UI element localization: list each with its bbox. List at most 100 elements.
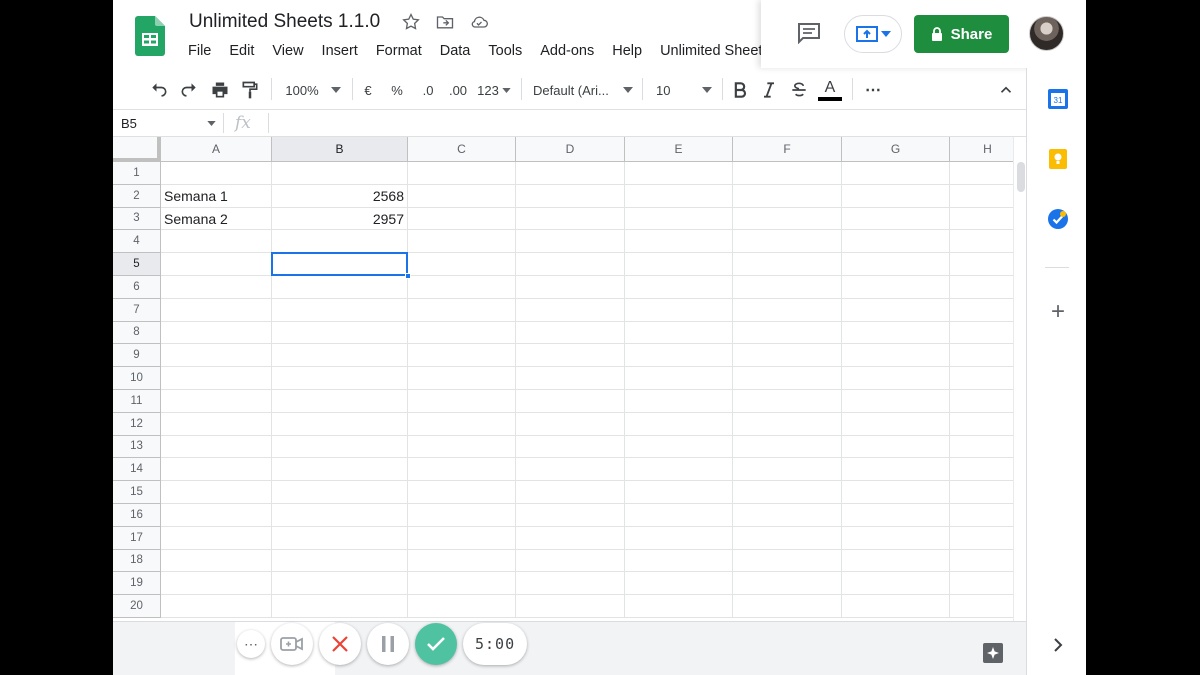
present-button[interactable]: [844, 15, 902, 53]
cell-g12[interactable]: [842, 412, 950, 436]
cell-f1[interactable]: [733, 162, 842, 185]
menu-view[interactable]: View: [263, 42, 312, 60]
cell-g5[interactable]: [842, 253, 950, 276]
cell-e5[interactable]: [625, 253, 733, 276]
cell-a9[interactable]: [161, 344, 272, 368]
increase-decimal-button[interactable]: .00: [446, 78, 470, 102]
paint-format-button[interactable]: [239, 78, 261, 102]
cell-d6[interactable]: [516, 276, 625, 299]
cell-a5[interactable]: [161, 253, 272, 276]
cell-b2[interactable]: 2568: [272, 184, 408, 208]
cell-a10[interactable]: [161, 367, 272, 390]
row-header-9[interactable]: 9: [113, 344, 161, 368]
cell-d5[interactable]: [516, 253, 625, 276]
menu-tools[interactable]: Tools: [479, 42, 531, 60]
avatar[interactable]: [1029, 16, 1064, 51]
move-to-folder-icon[interactable]: [435, 12, 455, 32]
cell-a8[interactable]: [161, 321, 272, 345]
cell-g13[interactable]: [842, 435, 950, 459]
cell-c17[interactable]: [408, 526, 516, 550]
cell-f2[interactable]: [733, 184, 842, 208]
cell-b12[interactable]: [272, 412, 408, 436]
cell-a19[interactable]: [161, 572, 272, 596]
cell-a13[interactable]: [161, 435, 272, 459]
cell-d10[interactable]: [516, 367, 625, 390]
zoom-select[interactable]: 100%: [283, 78, 343, 102]
cell-g4[interactable]: [842, 230, 950, 254]
menu-format[interactable]: Format: [367, 42, 431, 60]
cell-e15[interactable]: [625, 481, 733, 504]
cell-b18[interactable]: [272, 549, 408, 573]
cell-b19[interactable]: [272, 572, 408, 596]
row-header-12[interactable]: 12: [113, 412, 161, 436]
row-header-18[interactable]: 18: [113, 549, 161, 573]
chevron-down-icon[interactable]: [207, 121, 216, 126]
recorder-menu-button[interactable]: ⋯: [237, 630, 265, 658]
cell-c19[interactable]: [408, 572, 516, 596]
camera-toggle-button[interactable]: [271, 623, 313, 665]
finish-recording-button[interactable]: [415, 623, 457, 665]
vertical-scrollbar[interactable]: [1013, 137, 1026, 621]
italic-button[interactable]: [759, 78, 779, 102]
cell-c6[interactable]: [408, 276, 516, 299]
sheets-logo-icon[interactable]: [135, 16, 165, 56]
cell-c13[interactable]: [408, 435, 516, 459]
cell-d13[interactable]: [516, 435, 625, 459]
cell-a16[interactable]: [161, 504, 272, 527]
undo-button[interactable]: [148, 78, 170, 102]
font-select[interactable]: Default (Ari...: [533, 78, 633, 102]
column-header-e[interactable]: E: [625, 137, 733, 162]
cell-d20[interactable]: [516, 595, 625, 618]
cell-g9[interactable]: [842, 344, 950, 368]
cell-c15[interactable]: [408, 481, 516, 504]
cell-f12[interactable]: [733, 412, 842, 436]
cell-b15[interactable]: [272, 481, 408, 504]
share-button[interactable]: Share: [914, 15, 1009, 53]
percent-button[interactable]: %: [390, 78, 404, 102]
row-header-1[interactable]: 1: [113, 162, 161, 185]
cell-a14[interactable]: [161, 458, 272, 482]
scrollbar-thumb[interactable]: [1017, 162, 1025, 192]
row-header-7[interactable]: 7: [113, 298, 161, 322]
cell-c5[interactable]: [408, 253, 516, 276]
row-header-10[interactable]: 10: [113, 367, 161, 390]
cell-a1[interactable]: [161, 162, 272, 185]
cell-b10[interactable]: [272, 367, 408, 390]
cell-f4[interactable]: [733, 230, 842, 254]
cell-c7[interactable]: [408, 298, 516, 322]
cell-g1[interactable]: [842, 162, 950, 185]
menu-unlimited-sheets[interactable]: Unlimited Sheet: [651, 42, 771, 60]
cell-d16[interactable]: [516, 504, 625, 527]
cell-d1[interactable]: [516, 162, 625, 185]
calendar-icon[interactable]: 31: [1047, 88, 1069, 110]
cell-d12[interactable]: [516, 412, 625, 436]
cell-d11[interactable]: [516, 390, 625, 413]
cell-c11[interactable]: [408, 390, 516, 413]
menu-edit[interactable]: Edit: [220, 42, 263, 60]
cell-d15[interactable]: [516, 481, 625, 504]
column-header-c[interactable]: C: [408, 137, 516, 162]
cell-b7[interactable]: [272, 298, 408, 322]
document-title[interactable]: Unlimited Sheets 1.1.0: [189, 11, 380, 33]
cell-a4[interactable]: [161, 230, 272, 254]
cell-b20[interactable]: [272, 595, 408, 618]
redo-button[interactable]: [178, 78, 200, 102]
cell-g6[interactable]: [842, 276, 950, 299]
cell-e16[interactable]: [625, 504, 733, 527]
keep-icon[interactable]: [1047, 148, 1069, 170]
cell-c9[interactable]: [408, 344, 516, 368]
row-header-15[interactable]: 15: [113, 481, 161, 504]
spreadsheet-grid[interactable]: A B C D E F G H 1 2 Semana 1 2568 3 Semana 2 2957 4 5 6 7 8…: [113, 137, 1026, 621]
tasks-icon[interactable]: [1047, 208, 1069, 230]
cell-f3[interactable]: [733, 207, 842, 231]
cell-d2[interactable]: [516, 184, 625, 208]
cell-g14[interactable]: [842, 458, 950, 482]
cell-f15[interactable]: [733, 481, 842, 504]
cell-a15[interactable]: [161, 481, 272, 504]
cell-e1[interactable]: [625, 162, 733, 185]
cell-a11[interactable]: [161, 390, 272, 413]
cell-e12[interactable]: [625, 412, 733, 436]
cell-g18[interactable]: [842, 549, 950, 573]
cell-f9[interactable]: [733, 344, 842, 368]
cell-b16[interactable]: [272, 504, 408, 527]
